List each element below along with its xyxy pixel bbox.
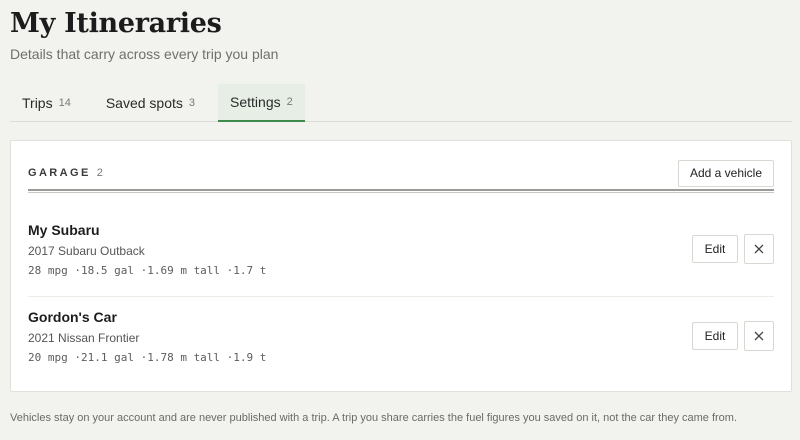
vehicle-model: 2021 Nissan Frontier: [28, 331, 140, 345]
garage-count: 2: [96, 167, 103, 179]
garage-header: GARAGE 2 Add a vehicle: [28, 153, 774, 193]
remove-vehicle-button[interactable]: [744, 321, 774, 351]
remove-vehicle-button[interactable]: [744, 234, 774, 264]
page: My Itineraries Details that carry across…: [0, 0, 800, 440]
garage-title: GARAGE 2: [28, 167, 103, 179]
vehicle-row: My Subaru 2017 Subaru Outback 28 mpg ·18…: [28, 209, 774, 297]
vehicle-name: Gordon's Car: [28, 309, 117, 325]
tab-bar: Trips 14 Saved spots 3 Settings 2: [10, 84, 792, 122]
vehicle-actions: Edit: [692, 234, 774, 264]
vehicle-specs: 28 mpg ·18.5 gal ·1.69 m tall ·1.7 t: [28, 264, 267, 277]
tab-count: 14: [58, 97, 71, 109]
tab-label: Settings: [230, 94, 281, 110]
tab-saved-spots[interactable]: Saved spots 3: [94, 84, 207, 122]
page-subtitle: Details that carry across every trip you…: [10, 46, 279, 62]
garage-divider: [28, 189, 774, 193]
garage-title-label: GARAGE: [28, 167, 91, 179]
footnote: Vehicles stay on your account and are ne…: [10, 412, 738, 424]
vehicle-name: My Subaru: [28, 222, 100, 238]
garage-card: GARAGE 2 Add a vehicle My Subaru 2017 Sub…: [10, 140, 792, 392]
tab-label: Trips: [22, 95, 53, 111]
close-icon: [754, 244, 764, 254]
tab-count: 2: [286, 96, 293, 108]
tab-label: Saved spots: [105, 95, 183, 111]
vehicle-specs: 20 mpg ·21.1 gal ·1.78 m tall ·1.9 t: [28, 351, 267, 364]
tab-count: 3: [188, 97, 196, 109]
tab-trips[interactable]: Trips 14: [10, 84, 83, 122]
edit-vehicle-button[interactable]: Edit: [692, 322, 738, 350]
tab-settings[interactable]: Settings 2: [218, 84, 305, 122]
vehicle-actions: Edit: [692, 321, 774, 351]
add-vehicle-button[interactable]: Add a vehicle: [677, 159, 774, 187]
close-icon: [754, 331, 764, 341]
edit-vehicle-button[interactable]: Edit: [692, 235, 738, 263]
page-title: My Itineraries: [10, 8, 222, 39]
vehicle-model: 2017 Subaru Outback: [28, 244, 145, 258]
vehicle-row: Gordon's Car 2021 Nissan Frontier 20 mpg…: [28, 296, 774, 384]
